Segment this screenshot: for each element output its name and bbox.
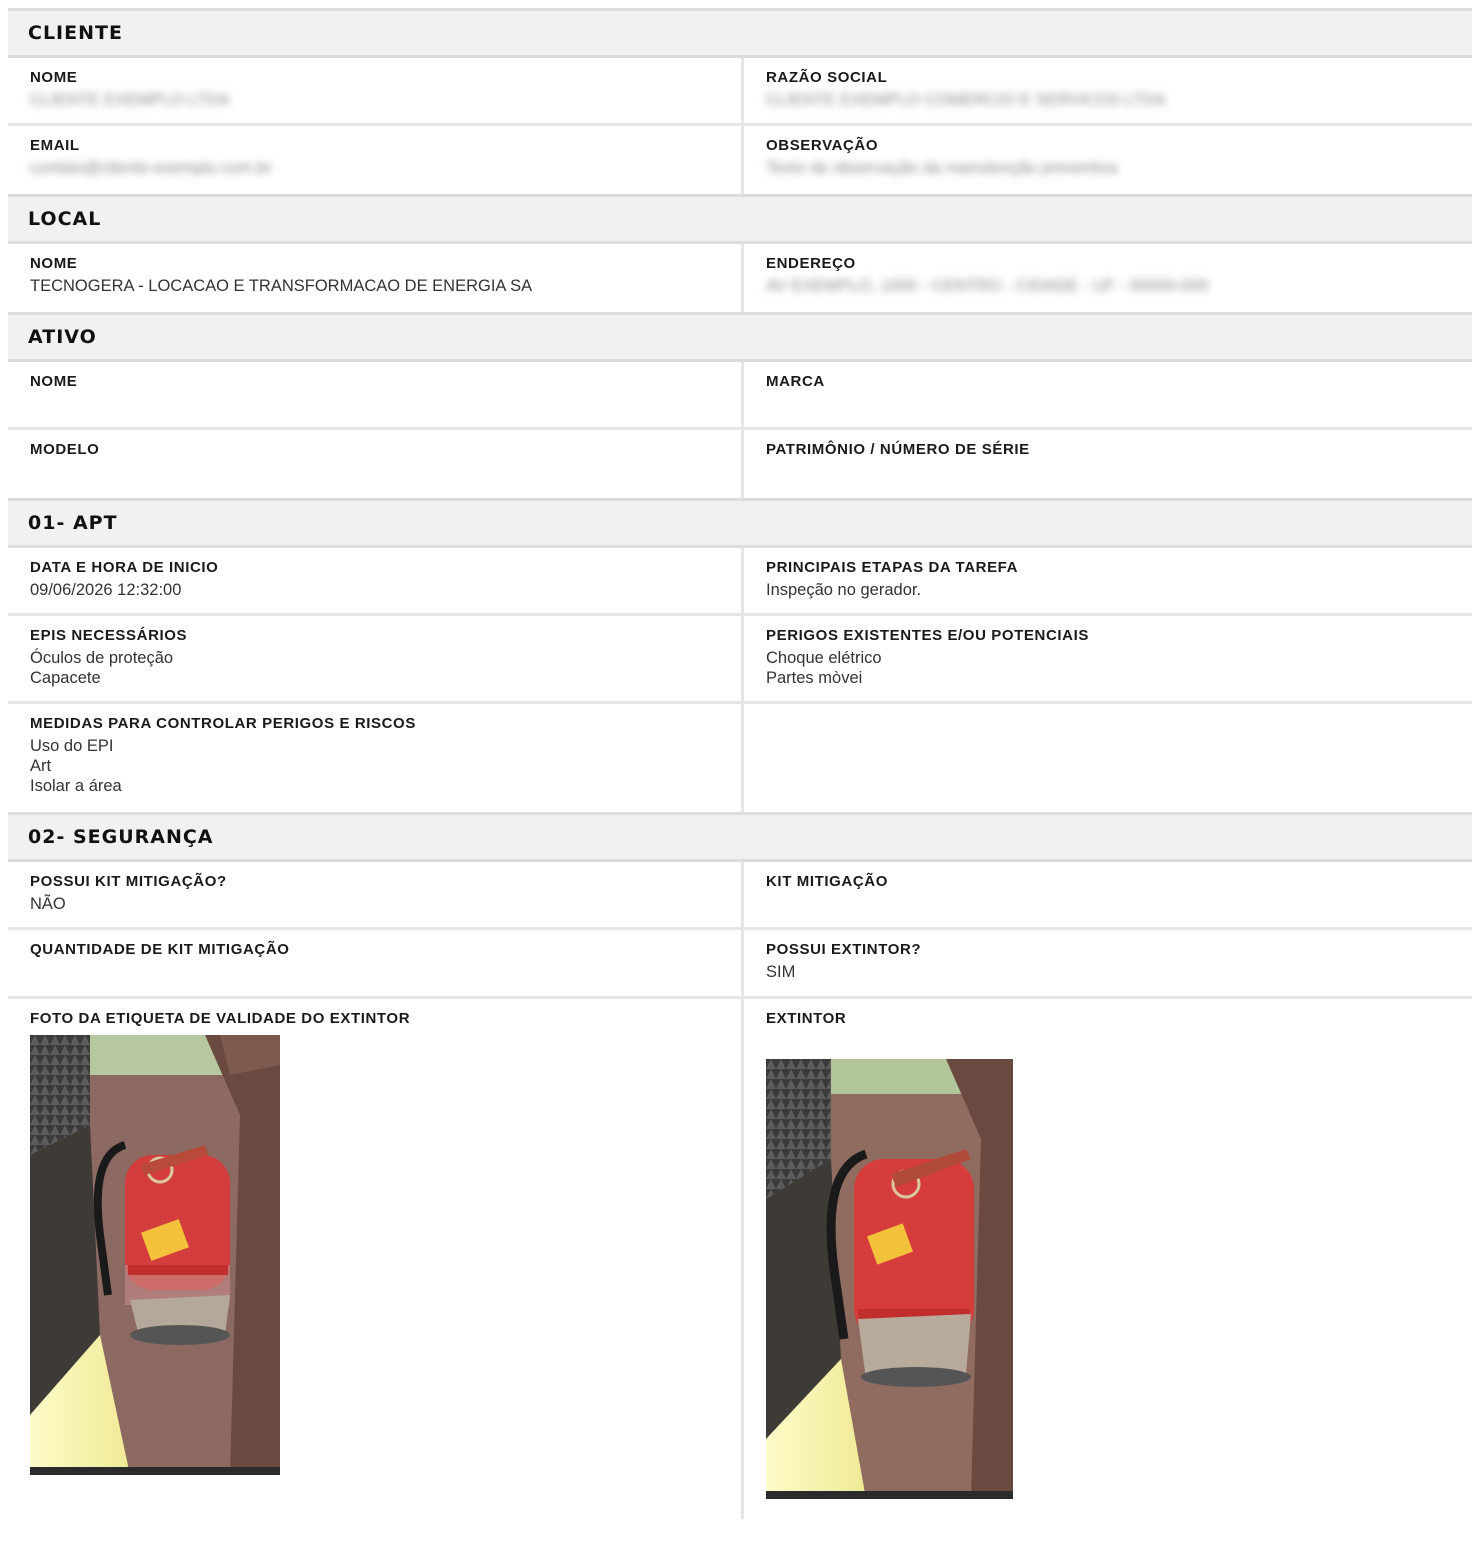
possui-extintor-value: SIM (766, 963, 796, 981)
apt-etapas-cell: PRINCIPAIS ETAPAS DA TAREFA Inspeção no … (744, 548, 1472, 613)
cliente-nome-cell: NOME CLIENTE EXEMPLO LTDA (8, 58, 744, 123)
kit-value (766, 894, 1452, 914)
cliente-razao-value: CLIENTE EXEMPLO COMERCIO E SERVICOS LTDA (766, 91, 1167, 109)
section-header-ativo: ATIVO (8, 312, 1472, 362)
section-header-apt: 01- APT (8, 498, 1472, 548)
apt-perigos-cell: PERIGOS EXISTENTES E/OU POTENCIAIS Choqu… (744, 616, 1472, 701)
report: CLIENTE NOME CLIENTE EXEMPLO LTDA RAZÃO … (8, 8, 1472, 1519)
field-label: OBSERVAÇÃO (766, 137, 879, 154)
field-label: NOME (30, 255, 78, 272)
field-label: EXTINTOR (766, 1010, 847, 1027)
seguranca-row-2: QUANTIDADE DE KIT MITIGAÇÃO POSSUI EXTIN… (8, 930, 1472, 999)
apt-perigos-list: Choque elétrico Partes mòvei (766, 648, 1452, 688)
section-title: CLIENTE (28, 22, 123, 44)
field-label: FOTO DA ETIQUETA DE VALIDADE DO EXTINTOR (30, 1010, 411, 1027)
seguranca-row-3: FOTO DA ETIQUETA DE VALIDADE DO EXTINTOR (8, 999, 1472, 1519)
ativo-patrimonio-value (766, 462, 1452, 482)
field-label: POSSUI KIT MITIGAÇÃO? (30, 873, 227, 890)
local-endereco-cell: ENDEREÇO AV EXEMPLO, 1000 - CENTRO - CID… (744, 244, 1472, 312)
ativo-nome-value (30, 394, 721, 414)
apt-medidas-cell: MEDIDAS PARA CONTROLAR PERIGOS E RISCOS … (8, 704, 744, 812)
ativo-patrimonio-cell: PATRIMÔNIO / NÚMERO DE SÉRIE (744, 430, 1472, 498)
field-label: PERIGOS EXISTENTES E/OU POTENCIAIS (766, 627, 1089, 644)
apt-etapas-value: Inspeção no gerador. (766, 581, 922, 599)
ativo-row-2: MODELO PATRIMÔNIO / NÚMERO DE SÉRIE (8, 430, 1472, 498)
qtd-kit-value (30, 962, 721, 982)
apt-medidas-list: Uso do EPI Art Isolar a área (30, 736, 721, 796)
list-item: Uso do EPI (30, 737, 114, 755)
field-label: NOME (30, 69, 78, 86)
section-title: ATIVO (28, 326, 97, 348)
ativo-modelo-value (30, 462, 721, 482)
section-title: LOCAL (28, 208, 102, 230)
apt-row-1: DATA E HORA DE INICIO 09/06/2026 12:32:0… (8, 548, 1472, 616)
cliente-nome-value: CLIENTE EXEMPLO LTDA (30, 91, 230, 109)
field-label: NOME (30, 373, 78, 390)
apt-epis-cell: EPIS NECESSÁRIOS Óculos de proteção Capa… (8, 616, 744, 701)
apt-epis-list: Óculos de proteção Capacete (30, 648, 721, 688)
apt-inicio-cell: DATA E HORA DE INICIO 09/06/2026 12:32:0… (8, 548, 744, 613)
field-label: RAZÃO SOCIAL (766, 69, 888, 86)
possui-kit-value: NÃO (30, 895, 66, 913)
section-header-local: LOCAL (8, 194, 1472, 244)
ativo-nome-cell: NOME (8, 362, 744, 427)
cliente-email-value: contato@cliente-exemplo.com.br (30, 159, 272, 177)
extinguisher-label-photo[interactable] (30, 1035, 280, 1475)
ativo-marca-cell: MARCA (744, 362, 1472, 427)
list-item: Choque elétrico (766, 649, 882, 667)
seguranca-foto-cell: FOTO DA ETIQUETA DE VALIDADE DO EXTINTOR (8, 999, 744, 1519)
seguranca-row-1: POSSUI KIT MITIGAÇÃO? NÃO KIT MITIGAÇÃO (8, 862, 1472, 930)
local-row-1: NOME TECNOGERA - LOCACAO E TRANSFORMACAO… (8, 244, 1472, 312)
field-label: PATRIMÔNIO / NÚMERO DE SÉRIE (766, 441, 1030, 458)
section-header-cliente: CLIENTE (8, 8, 1472, 58)
field-label: EPIS NECESSÁRIOS (30, 627, 188, 644)
cliente-row-1: NOME CLIENTE EXEMPLO LTDA RAZÃO SOCIAL C… (8, 58, 1472, 126)
local-nome-cell: NOME TECNOGERA - LOCACAO E TRANSFORMACAO… (8, 244, 744, 312)
apt-inicio-value: 09/06/2026 12:32:00 (30, 581, 182, 599)
cliente-observacao-cell: OBSERVAÇÃO Texto de observação da manute… (744, 126, 1472, 194)
cliente-row-2: EMAIL contato@cliente-exemplo.com.br OBS… (8, 126, 1472, 194)
seguranca-possui-kit-cell: POSSUI KIT MITIGAÇÃO? NÃO (8, 862, 744, 927)
field-label: ENDEREÇO (766, 255, 856, 272)
cliente-observacao-value: Texto de observação da manutenção preven… (766, 159, 1118, 177)
apt-row-3: MEDIDAS PARA CONTROLAR PERIGOS E RISCOS … (8, 704, 1472, 812)
field-label: DATA E HORA DE INICIO (30, 559, 219, 576)
section-header-seguranca: 02- SEGURANÇA (8, 812, 1472, 862)
field-label: QUANTIDADE DE KIT MITIGAÇÃO (30, 941, 290, 958)
section-title: 01- APT (28, 512, 118, 534)
ativo-modelo-cell: MODELO (8, 430, 744, 498)
list-item: Partes mòvei (766, 669, 863, 687)
apt-row-2: EPIS NECESSÁRIOS Óculos de proteção Capa… (8, 616, 1472, 704)
ativo-row-1: NOME MARCA (8, 362, 1472, 430)
field-label: MODELO (30, 441, 100, 458)
section-title: 02- SEGURANÇA (28, 826, 214, 848)
field-label: EMAIL (30, 137, 80, 154)
cliente-razao-cell: RAZÃO SOCIAL CLIENTE EXEMPLO COMERCIO E … (744, 58, 1472, 123)
ativo-marca-value (766, 394, 1452, 414)
cliente-email-cell: EMAIL contato@cliente-exemplo.com.br (8, 126, 744, 194)
seguranca-qtd-kit-cell: QUANTIDADE DE KIT MITIGAÇÃO (8, 930, 744, 996)
field-label: PRINCIPAIS ETAPAS DA TAREFA (766, 559, 1019, 576)
list-item: Art (30, 757, 52, 775)
field-label: MARCA (766, 373, 825, 390)
field-label: KIT MITIGAÇÃO (766, 873, 888, 890)
list-item: Isolar a área (30, 777, 122, 795)
seguranca-extintor-cell: EXTINTOR (744, 999, 1472, 1519)
extinguisher-photo[interactable] (766, 1059, 1013, 1499)
list-item: Óculos de proteção (30, 649, 174, 667)
apt-empty-cell (744, 704, 1472, 812)
field-label: MEDIDAS PARA CONTROLAR PERIGOS E RISCOS (30, 715, 416, 732)
field-label: POSSUI EXTINTOR? (766, 941, 922, 958)
list-item: Capacete (30, 669, 101, 687)
seguranca-possui-extintor-cell: POSSUI EXTINTOR? SIM (744, 930, 1472, 996)
local-endereco-value: AV EXEMPLO, 1000 - CENTRO - CIDADE - UF … (766, 277, 1209, 295)
local-nome-value: TECNOGERA - LOCACAO E TRANSFORMACAO DE E… (30, 277, 533, 295)
seguranca-kit-cell: KIT MITIGAÇÃO (744, 862, 1472, 927)
